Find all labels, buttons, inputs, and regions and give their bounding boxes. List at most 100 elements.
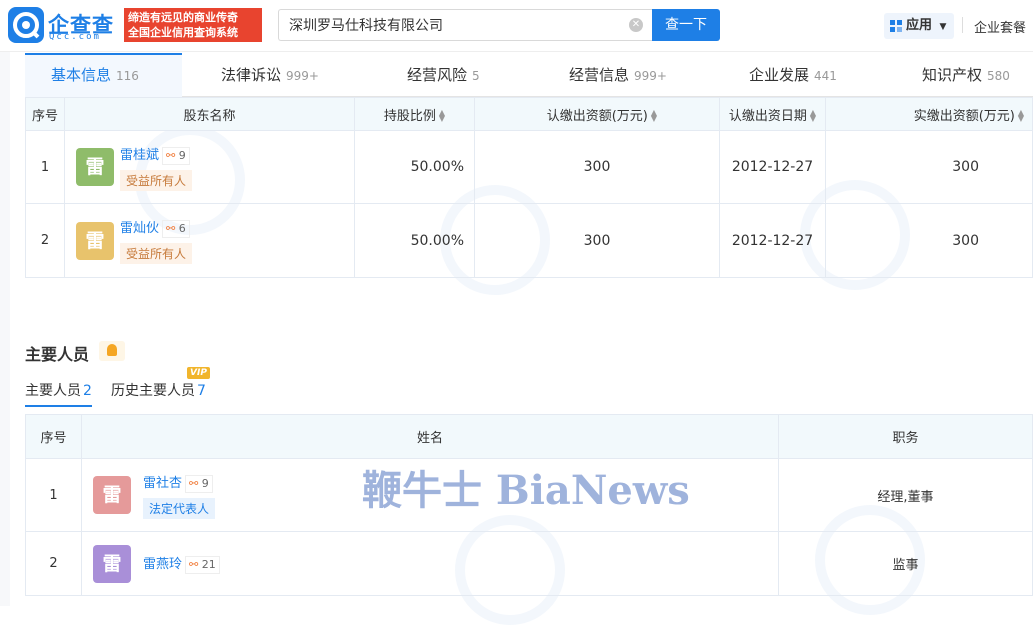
chevron-down-icon: ▼ (939, 22, 947, 32)
apps-menu-button[interactable]: 应用 ▼ (884, 13, 954, 39)
beneficial-owner-tag: 受益所有人 (120, 169, 193, 191)
paid-cell: 300 (825, 203, 1033, 278)
graph-icon: ⚯ (189, 476, 199, 490)
col-header-shareholder: 股东名称 (64, 97, 355, 131)
avatar: 雷 (76, 221, 114, 260)
col-header-ratio[interactable]: 持股比例 ▲ ▼ (354, 97, 475, 131)
col-header-no: 序号 (25, 97, 65, 131)
person-name-link[interactable]: 雷燕玲 (143, 557, 182, 572)
avatar: 雷 (93, 476, 131, 514)
tab-count: 441 (814, 69, 837, 83)
shareholder-name-link[interactable]: 雷灿伙 (120, 221, 159, 236)
relation-count: 9 (201, 476, 209, 490)
graph-icon: ⚯ (166, 148, 176, 162)
left-background-strip (0, 52, 10, 606)
position-cell: 经理,董事 (778, 458, 1033, 532)
tab-label: 经营风险 (407, 66, 468, 84)
tab-label: 企业发展 (749, 66, 810, 84)
shareholder-name-link[interactable]: 雷桂斌 (120, 148, 159, 163)
subtab-label: 主要人员 (25, 383, 81, 399)
graph-icon: ⚯ (166, 222, 176, 235)
subtab-count: 7 (197, 383, 206, 399)
beneficial-owner-tag: 受益所有人 (120, 243, 193, 264)
apps-grid-icon (890, 20, 902, 32)
section-title-personnel: 主要人员 (25, 345, 90, 364)
col-header-position: 职务 (778, 414, 1033, 459)
search-button[interactable]: 查一下 (652, 9, 720, 41)
sort-icon: ▲ ▼ (650, 108, 657, 123)
logo[interactable]: 企查查 Qcc.com (8, 7, 120, 43)
sort-icon: ▲ ▼ (438, 108, 446, 123)
sort-icon: ▲ ▼ (809, 108, 817, 123)
tab-count: 5 (472, 69, 480, 83)
bell-icon[interactable] (99, 341, 125, 361)
table-header-row: 序号 股东名称 持股比例 ▲ ▼ 认缴出资额(万元) ▲ ▼ 认缴出资日期 ▲ ▼ 实缴出资… (25, 97, 1033, 131)
clear-search-icon[interactable]: ✕ (629, 18, 643, 32)
tab-label: 经营信息 (569, 66, 630, 84)
relation-graph-badge[interactable]: ⚯ 21 (185, 556, 220, 574)
person-cell: 雷 雷燕玲 ⚯ 21 (81, 531, 779, 596)
tab-label: 知识产权 (922, 66, 983, 84)
logo-subtitle: Qcc.com (49, 32, 101, 42)
col-header-paid[interactable]: 实缴出资额(万元) ▲ ▼ (825, 97, 1033, 131)
subtab-label: 历史主要人员 (111, 383, 195, 399)
relation-graph-badge[interactable]: ⚯ 9 (162, 146, 190, 165)
tab-risk[interactable]: 经营风险 5 (407, 53, 480, 97)
bianews-watermark: 鞭牛士 BiaNews (362, 467, 690, 514)
graph-icon: ⚯ (189, 558, 199, 571)
table-row: 2 雷 雷灿伙 ⚯ 6 受益所有人 50.00% 300 2012-12-27 3… (25, 203, 1033, 278)
slogan-banner: 缔造有远见的商业传奇 全国企业信用查询系统 (124, 8, 262, 42)
col-header-no: 序号 (25, 414, 82, 459)
sort-icon: ▲ ▼ (1017, 108, 1024, 123)
relation-count: 9 (178, 148, 186, 162)
search-input[interactable] (278, 9, 652, 41)
ratio-cell: 50.00% (354, 203, 475, 278)
tab-ip[interactable]: 知识产权 580 (922, 53, 1010, 97)
tab-label: 法律诉讼 (221, 66, 282, 84)
nav-divider (962, 17, 963, 33)
legal-rep-tag: 法定代表人 (143, 497, 216, 519)
row-number: 2 (25, 531, 82, 596)
tab-count: 999+ (634, 69, 667, 83)
row-number: 1 (25, 458, 82, 532)
avatar: 雷 (76, 148, 114, 186)
col-header-label: 实缴出资额(万元) (913, 108, 1015, 124)
apps-label: 应用 (906, 18, 933, 33)
subtab-count: 2 (83, 383, 92, 399)
tab-label: 基本信息 (51, 66, 112, 84)
shareholders-table: 序号 股东名称 持股比例 ▲ ▼ 认缴出资额(万元) ▲ ▼ 认缴出资日期 ▲ ▼ 实缴出资… (25, 97, 1033, 278)
subscribed-cell: 300 (474, 130, 720, 204)
slogan-line-1: 缔造有远见的商业传奇 (128, 11, 238, 24)
tab-legal[interactable]: 法律诉讼 999+ (221, 53, 319, 97)
relation-count: 21 (201, 558, 216, 571)
col-header-label: 认缴出资额(万元) (546, 108, 648, 124)
relation-graph-badge[interactable]: ⚯ 6 (162, 220, 190, 238)
shareholder-cell: 雷 雷灿伙 ⚯ 6 受益所有人 (64, 203, 355, 278)
col-header-subscribed[interactable]: 认缴出资额(万元) ▲ ▼ (474, 97, 720, 131)
date-cell: 2012-12-27 (719, 130, 826, 204)
row-number: 1 (25, 130, 65, 204)
tab-business-info[interactable]: 经营信息 999+ (569, 53, 667, 97)
enterprise-package-link[interactable]: 企业套餐 (974, 17, 1026, 36)
shareholder-cell: 雷 雷桂斌 ⚯ 9 受益所有人 (64, 130, 355, 204)
subscribed-cell: 300 (474, 203, 720, 278)
tab-basic-info[interactable]: 基本信息 116 (25, 53, 182, 97)
position-cell: 监事 (778, 531, 1033, 596)
main-tabs: 基本信息 116 法律诉讼 999+ 经营风险 5 经营信息 999+ 企业发展 441 … (25, 53, 1033, 97)
subtab-history-personnel[interactable]: 历史主要人员 7 (111, 380, 206, 400)
subtab-key-personnel[interactable]: 主要人员 2 (25, 380, 92, 407)
top-navigation-bar: 企查查 Qcc.com 缔造有远见的商业传奇 全国企业信用查询系统 ✕ 查一下 … (0, 0, 1033, 52)
person-name-link[interactable]: 雷社杏 (143, 476, 182, 491)
slogan-line-2: 全国企业信用查询系统 (128, 26, 238, 39)
tab-development[interactable]: 企业发展 441 (749, 53, 837, 97)
col-header-name: 姓名 (81, 414, 779, 459)
tab-count: 116 (116, 69, 139, 83)
col-header-label: 持股比例 (383, 108, 436, 124)
col-header-date[interactable]: 认缴出资日期 ▲ ▼ (719, 97, 826, 131)
col-header-label: 认缴出资日期 (728, 108, 807, 124)
relation-graph-badge[interactable]: ⚯ 9 (185, 474, 213, 493)
avatar: 雷 (93, 544, 131, 583)
date-cell: 2012-12-27 (719, 203, 826, 278)
qcc-logo-icon (8, 7, 44, 43)
tab-count: 999+ (286, 69, 319, 83)
